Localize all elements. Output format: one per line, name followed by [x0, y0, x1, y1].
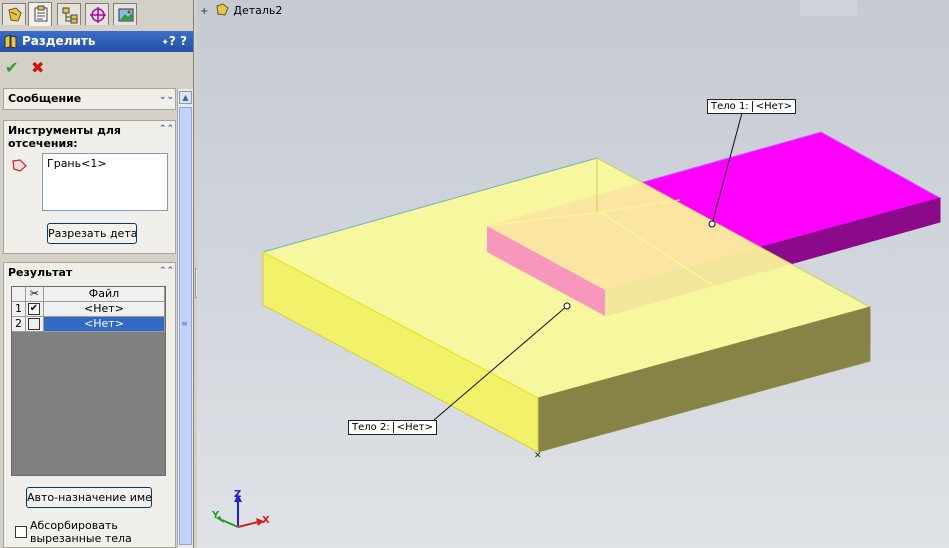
- callout-anchor: [708, 220, 716, 228]
- part-name[interactable]: Деталь2: [233, 4, 282, 17]
- axis-y-label: Y: [212, 510, 220, 521]
- origin-icon: ✕: [534, 451, 542, 461]
- axis-x-label: X: [262, 515, 270, 526]
- body-1-callout[interactable]: Тело 1: <Нет>: [707, 99, 796, 114]
- callout-anchor: [563, 302, 571, 310]
- expand-icon[interactable]: +: [200, 6, 208, 17]
- flyout-feature-tree: + Деталь2: [200, 3, 282, 17]
- part-icon: [216, 3, 229, 16]
- axis-z-label: Z: [234, 489, 242, 500]
- callout-value[interactable]: <Нет>: [392, 422, 433, 433]
- body-2-callout[interactable]: Тело 2: <Нет>: [348, 420, 437, 435]
- callout-value[interactable]: <Нет>: [751, 101, 792, 112]
- callout-label: Тело 1:: [711, 101, 749, 112]
- model-view: ✕: [216, 112, 942, 528]
- viewport-toolbar-placeholder: [800, 0, 857, 16]
- callout-label: Тело 2:: [352, 422, 390, 433]
